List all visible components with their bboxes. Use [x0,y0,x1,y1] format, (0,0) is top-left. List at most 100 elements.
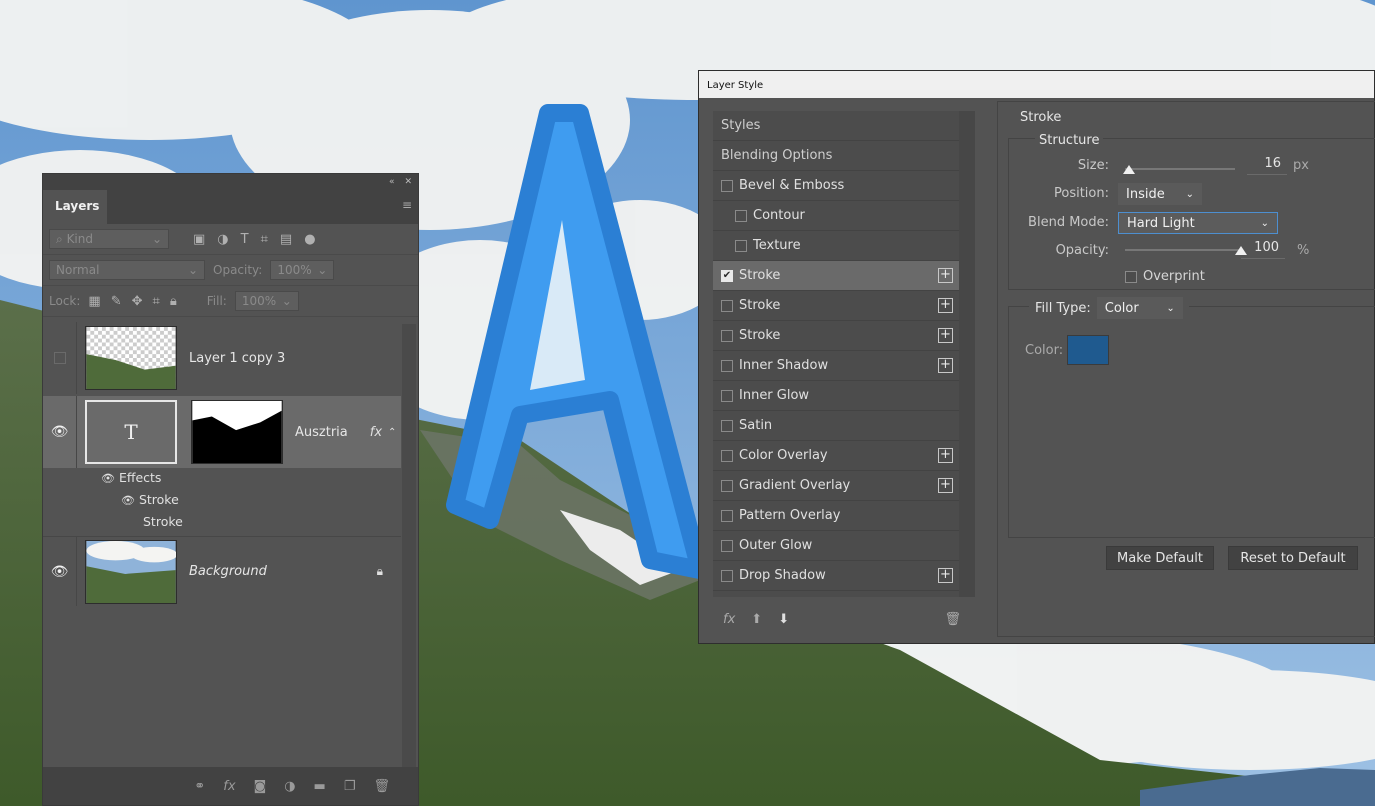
style-item[interactable]: Blending Options [713,141,959,171]
opacity-slider[interactable] [1125,249,1241,251]
lock-artboard-icon[interactable]: ⌗ [153,294,160,309]
blend-mode-select[interactable]: Normal ⌄ [49,260,205,280]
style-item[interactable]: Contour [713,201,959,231]
blend-mode-select[interactable]: Hard Light ⌄ [1118,212,1278,234]
new-layer-icon[interactable]: ❐ [344,779,356,794]
position-select[interactable]: Inside ⌄ [1118,183,1202,205]
layer-row[interactable]: Layer 1 copy 3 [43,322,401,394]
style-item[interactable]: Stroke + [713,321,959,351]
checkbox[interactable] [721,329,733,342]
checkbox[interactable] [721,539,733,552]
folder-icon[interactable]: ▬ [314,779,326,794]
opacity-field[interactable]: 100% ⌄ [270,260,335,280]
filter-kind-select[interactable]: ⌕ Kind ⌄ [49,229,169,249]
tab-layers[interactable]: Layers [43,190,107,224]
trash-icon[interactable]: 🗑︎ [944,612,961,627]
overprint-checkbox[interactable]: Overprint [1125,269,1205,284]
checkbox[interactable] [721,389,733,402]
filter-toggle-icon[interactable]: ● [304,232,315,247]
checkbox[interactable] [721,479,733,492]
style-item[interactable]: ✔ Stroke + [713,261,959,291]
layer-name[interactable]: Layer 1 copy 3 [189,351,285,366]
styles-scrollbar[interactable] [959,111,975,597]
eye-icon[interactable]: 👁︎ [101,472,115,485]
effect-item[interactable]: Stroke [77,514,401,536]
checkbox[interactable] [721,179,733,192]
add-effect-icon[interactable]: + [938,568,953,583]
shape-filter-icon[interactable]: ⌗ [261,232,268,247]
collapse-icon[interactable]: « [389,177,395,187]
lock-position-icon[interactable]: ✥ [132,294,143,309]
style-item[interactable]: Bevel & Emboss [713,171,959,201]
close-icon[interactable]: ✕ [404,177,412,187]
fill-field[interactable]: 100% ⌄ [234,291,299,311]
layers-scrollbar[interactable] [402,324,416,804]
checkbox[interactable] [721,299,733,312]
move-up-icon[interactable]: ⬆ [751,612,762,627]
style-item[interactable]: Satin [713,411,959,441]
style-item[interactable]: Outer Glow [713,531,959,561]
effects-row[interactable]: 👁︎ Effects [77,470,401,492]
style-item[interactable]: Stroke + [713,291,959,321]
make-default-button[interactable]: Make Default [1106,546,1214,570]
smart-object-filter-icon[interactable]: ▤ [280,232,292,247]
checkbox[interactable] [721,449,733,462]
fx-icon[interactable]: fx [370,425,382,440]
layer-name[interactable]: Ausztria [295,425,348,440]
visibility-toggle[interactable]: 👁︎ [43,537,77,606]
size-label: Size: [1077,158,1109,173]
fx-icon[interactable]: fx [723,612,735,627]
layer-row[interactable]: 👁︎ Background 🔒︎ [43,536,401,606]
checked-checkbox[interactable]: ✔ [721,269,733,282]
opacity-input[interactable]: 100 [1241,239,1285,259]
style-item[interactable]: Inner Glow [713,381,959,411]
effect-item[interactable]: 👁︎ Stroke [77,492,401,514]
add-effect-icon[interactable]: + [938,328,953,343]
eye-icon[interactable]: 👁︎ [121,494,135,507]
adjustment-icon[interactable]: ◑ [284,779,295,794]
checkbox[interactable] [735,209,747,222]
fill-type-select[interactable]: Color ⌄ [1096,297,1183,319]
adjustment-filter-icon[interactable]: ◑ [217,232,228,247]
checkbox[interactable] [721,419,733,432]
lock-transparency-icon[interactable]: ▦ [88,294,100,309]
lock-all-icon[interactable]: 🔒︎ [170,294,177,309]
add-effect-icon[interactable]: + [938,298,953,313]
layer-row-selected[interactable]: 👁︎ T Ausztria fx ⌃ [43,396,401,468]
reset-to-default-button[interactable]: Reset to Default [1228,546,1358,570]
style-item[interactable]: Gradient Overlay + [713,471,959,501]
overprint-box[interactable] [1125,270,1137,283]
visibility-toggle[interactable]: 👁︎ [43,396,77,468]
mask-icon[interactable]: ◙ [254,779,267,794]
link-icon[interactable]: ⚭ [194,779,205,794]
layer-name[interactable]: Background [189,564,267,579]
size-input[interactable]: 16 [1247,155,1287,175]
style-item[interactable]: Drop Shadow + [713,561,959,591]
type-filter-icon[interactable]: T [241,232,249,247]
pixel-filter-icon[interactable]: ▣ [193,232,205,247]
style-item[interactable]: Color Overlay + [713,441,959,471]
size-slider-thumb[interactable] [1123,165,1136,174]
layer-mask-thumbnail[interactable] [191,400,283,464]
add-effect-icon[interactable]: + [938,268,953,283]
visibility-toggle[interactable] [43,322,77,394]
style-item[interactable]: Pattern Overlay [713,501,959,531]
checkbox[interactable] [721,359,733,372]
style-item[interactable]: Inner Shadow + [713,351,959,381]
checkbox[interactable] [721,569,733,582]
panel-menu-icon[interactable]: ≡ [402,198,412,212]
add-effect-icon[interactable]: + [938,448,953,463]
chevron-up-icon[interactable]: ⌃ [388,427,396,438]
add-effect-icon[interactable]: + [938,478,953,493]
size-slider[interactable] [1125,168,1235,170]
style-item[interactable]: Texture [713,231,959,261]
add-effect-icon[interactable]: + [938,358,953,373]
move-down-icon[interactable]: ⬇ [778,612,789,627]
checkbox[interactable] [721,509,733,522]
checkbox[interactable] [735,239,747,252]
fx-icon[interactable]: fx [223,779,235,794]
trash-icon[interactable]: 🗑︎ [373,779,390,794]
style-item[interactable]: Styles [713,111,959,141]
stroke-color-swatch[interactable] [1067,335,1109,365]
lock-paint-icon[interactable]: ✎ [111,294,122,309]
